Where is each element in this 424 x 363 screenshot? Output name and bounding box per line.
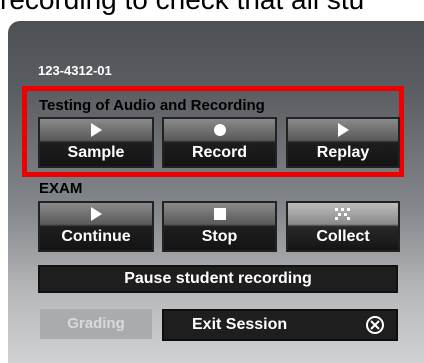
pause-student-recording-button[interactable]: Pause student recording [38,265,398,293]
collect-button-label: Collect [316,228,370,245]
exam-section-title: EXAM [39,180,83,197]
record-button-label: Record [191,144,248,161]
play-icon [40,123,152,137]
stop-icon [164,207,275,221]
replay-button-label: Replay [316,144,370,161]
session-id: 123-4312-01 [38,63,112,78]
stop-button-label: Stop [201,228,238,245]
record-icon [164,123,275,137]
continue-button[interactable]: Continue [38,201,154,252]
replay-button[interactable]: Replay [286,117,400,168]
grading-button[interactable]: Grading [40,309,152,339]
play-icon [40,207,152,221]
testing-section-title: Testing of Audio and Recording [39,97,265,114]
record-button[interactable]: Record [162,117,277,168]
sample-button[interactable]: Sample [38,117,154,168]
stop-button[interactable]: Stop [162,201,277,252]
exit-session-label: Exit Session [192,316,288,333]
exit-session-button[interactable]: Exit Session [162,309,398,341]
sample-button-label: Sample [67,144,125,161]
instruction-text-fragment: recording to check that all stu [0,0,364,16]
play-icon [288,123,398,137]
collect-button[interactable]: Collect [286,201,400,252]
continue-button-label: Continue [61,228,131,245]
close-circle-icon [366,316,384,334]
collect-icon [288,207,398,221]
